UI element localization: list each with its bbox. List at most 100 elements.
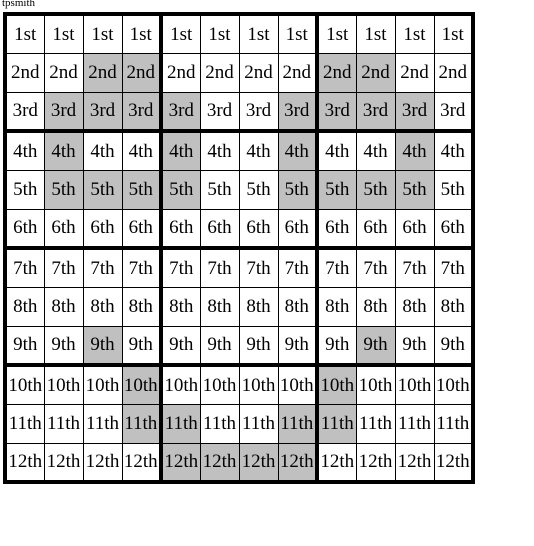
grid-cell[interactable]: 5th: [355, 169, 396, 210]
grid-cell[interactable]: 9th: [121, 325, 163, 367]
grid-cell[interactable]: 6th: [199, 208, 240, 250]
grid-cell[interactable]: 10th: [316, 364, 357, 405]
grid-cell[interactable]: 8th: [160, 286, 201, 327]
grid-cell[interactable]: 11th: [160, 403, 201, 444]
grid-cell[interactable]: 12th: [43, 442, 84, 483]
grid-cell[interactable]: 3rd: [238, 91, 279, 133]
grid-cell[interactable]: 7th: [277, 247, 319, 288]
grid-cell[interactable]: 9th: [394, 325, 435, 367]
grid-cell[interactable]: 8th: [433, 286, 474, 327]
grid-cell[interactable]: 1st: [4, 13, 45, 54]
grid-cell[interactable]: 8th: [238, 286, 279, 327]
grid-cell[interactable]: 2nd: [316, 52, 357, 93]
grid-cell[interactable]: 5th: [277, 169, 319, 210]
grid-cell[interactable]: 6th: [277, 208, 319, 250]
grid-cell[interactable]: 5th: [160, 169, 201, 210]
grid-cell[interactable]: 10th: [433, 364, 474, 405]
grid-cell[interactable]: 12th: [160, 442, 201, 483]
grid-cell[interactable]: 6th: [316, 208, 357, 250]
grid-cell[interactable]: 12th: [394, 442, 435, 483]
grid-cell[interactable]: 4th: [43, 130, 84, 171]
grid-cell[interactable]: 1st: [277, 13, 319, 54]
grid-cell[interactable]: 3rd: [316, 91, 357, 133]
grid-cell[interactable]: 11th: [199, 403, 240, 444]
grid-cell[interactable]: 1st: [316, 13, 357, 54]
grid-cell[interactable]: 9th: [4, 325, 45, 367]
grid-cell[interactable]: 12th: [238, 442, 279, 483]
grid-cell[interactable]: 7th: [82, 247, 123, 288]
grid-cell[interactable]: 6th: [238, 208, 279, 250]
grid-cell[interactable]: 2nd: [355, 52, 396, 93]
grid-cell[interactable]: 10th: [394, 364, 435, 405]
grid-cell[interactable]: 9th: [355, 325, 396, 367]
grid-cell[interactable]: 1st: [433, 13, 474, 54]
grid-cell[interactable]: 1st: [43, 13, 84, 54]
grid-cell[interactable]: 7th: [199, 247, 240, 288]
grid-cell[interactable]: 11th: [121, 403, 163, 444]
grid-cell[interactable]: 11th: [394, 403, 435, 444]
grid-cell[interactable]: 12th: [277, 442, 319, 483]
grid-cell[interactable]: 10th: [43, 364, 84, 405]
grid-cell[interactable]: 1st: [121, 13, 163, 54]
grid-cell[interactable]: 8th: [277, 286, 319, 327]
grid-cell[interactable]: 10th: [82, 364, 123, 405]
grid-cell[interactable]: 5th: [43, 169, 84, 210]
grid-cell[interactable]: 5th: [199, 169, 240, 210]
grid-cell[interactable]: 3rd: [394, 91, 435, 133]
grid-cell[interactable]: 1st: [160, 13, 201, 54]
grid-cell[interactable]: 11th: [238, 403, 279, 444]
grid-cell[interactable]: 9th: [316, 325, 357, 367]
grid-cell[interactable]: 7th: [355, 247, 396, 288]
grid-cell[interactable]: 6th: [43, 208, 84, 250]
grid-cell[interactable]: 8th: [355, 286, 396, 327]
grid-cell[interactable]: 2nd: [199, 52, 240, 93]
grid-cell[interactable]: 6th: [160, 208, 201, 250]
grid-cell[interactable]: 12th: [199, 442, 240, 483]
grid-cell[interactable]: 8th: [394, 286, 435, 327]
grid-cell[interactable]: 4th: [238, 130, 279, 171]
grid-cell[interactable]: 7th: [4, 247, 45, 288]
grid-cell[interactable]: 9th: [433, 325, 474, 367]
grid-cell[interactable]: 1st: [199, 13, 240, 54]
grid-cell[interactable]: 7th: [43, 247, 84, 288]
grid-cell[interactable]: 2nd: [160, 52, 201, 93]
grid-cell[interactable]: 2nd: [238, 52, 279, 93]
grid-cell[interactable]: 12th: [4, 442, 45, 483]
grid-cell[interactable]: 2nd: [82, 52, 123, 93]
grid-cell[interactable]: 4th: [433, 130, 474, 171]
grid-cell[interactable]: 7th: [160, 247, 201, 288]
grid-cell[interactable]: 9th: [277, 325, 319, 367]
grid-cell[interactable]: 5th: [394, 169, 435, 210]
grid-cell[interactable]: 4th: [199, 130, 240, 171]
grid-cell[interactable]: 3rd: [355, 91, 396, 133]
grid-cell[interactable]: 2nd: [394, 52, 435, 93]
grid-cell[interactable]: 1st: [238, 13, 279, 54]
grid-cell[interactable]: 5th: [238, 169, 279, 210]
grid-cell[interactable]: 7th: [394, 247, 435, 288]
grid-cell[interactable]: 2nd: [4, 52, 45, 93]
grid-cell[interactable]: 5th: [4, 169, 45, 210]
grid-cell[interactable]: 8th: [199, 286, 240, 327]
grid-cell[interactable]: 10th: [277, 364, 319, 405]
grid-cell[interactable]: 3rd: [4, 91, 45, 133]
grid-cell[interactable]: 11th: [433, 403, 474, 444]
grid-cell[interactable]: 12th: [433, 442, 474, 483]
grid-cell[interactable]: 11th: [355, 403, 396, 444]
grid-cell[interactable]: 1st: [394, 13, 435, 54]
grid-cell[interactable]: 9th: [82, 325, 123, 367]
grid-cell[interactable]: 4th: [82, 130, 123, 171]
grid-cell[interactable]: 11th: [4, 403, 45, 444]
grid-cell[interactable]: 6th: [394, 208, 435, 250]
grid-cell[interactable]: 11th: [82, 403, 123, 444]
grid-cell[interactable]: 3rd: [433, 91, 474, 133]
grid-cell[interactable]: 3rd: [121, 91, 163, 133]
grid-cell[interactable]: 8th: [4, 286, 45, 327]
grid-cell[interactable]: 11th: [43, 403, 84, 444]
grid-cell[interactable]: 8th: [82, 286, 123, 327]
grid-cell[interactable]: 10th: [121, 364, 163, 405]
grid-cell[interactable]: 6th: [433, 208, 474, 250]
grid-cell[interactable]: 5th: [82, 169, 123, 210]
grid-cell[interactable]: 7th: [238, 247, 279, 288]
grid-cell[interactable]: 12th: [316, 442, 357, 483]
grid-cell[interactable]: 11th: [277, 403, 319, 444]
